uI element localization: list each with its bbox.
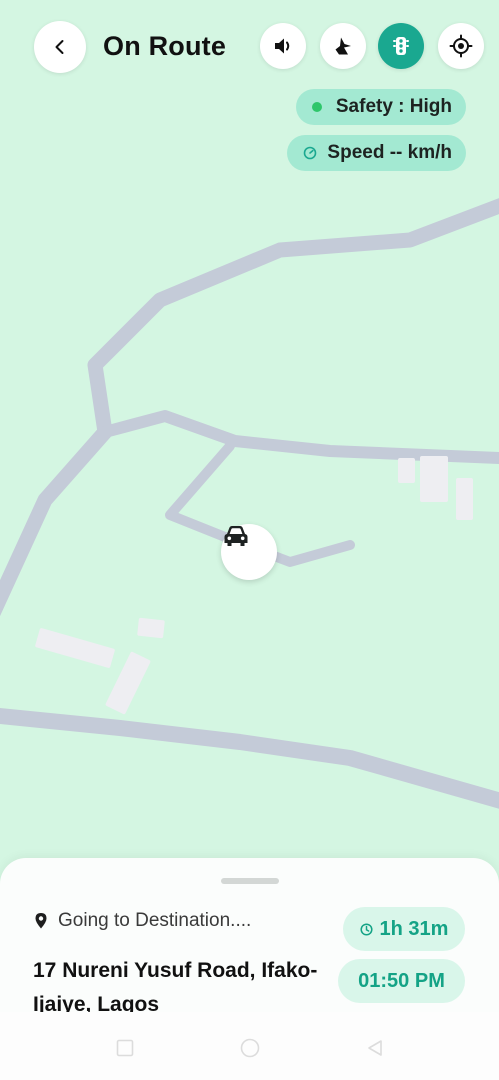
top-bar: On Route (0, 0, 499, 95)
arrival-time-text: 01:50 PM (358, 969, 445, 992)
traffic-light-icon (393, 37, 409, 55)
speed-label: Speed -- km/h (327, 142, 452, 163)
moon-icon (335, 37, 351, 55)
speed-status-badge: Speed -- km/h (287, 135, 466, 171)
location-pin-icon (34, 912, 48, 930)
traffic-button[interactable] (378, 23, 424, 69)
building (35, 628, 115, 668)
clock-icon (359, 922, 373, 936)
car-icon (224, 526, 248, 546)
chevron-left-icon (55, 40, 64, 54)
recent-apps-icon (116, 1039, 134, 1057)
volume-icon (275, 38, 290, 54)
back-triangle-icon (368, 1040, 382, 1056)
building (398, 458, 415, 483)
road (99, 410, 499, 464)
crosshair-icon (449, 34, 473, 58)
system-navigation-bar (0, 1012, 499, 1080)
recent-apps-button[interactable] (113, 1036, 137, 1060)
page-title: On Route (103, 31, 227, 61)
building (456, 478, 473, 520)
sound-button[interactable] (260, 23, 306, 69)
car-marker[interactable] (221, 524, 277, 580)
safety-status-badge: Safety : High (295, 89, 466, 125)
safety-label: Safety : High (335, 96, 452, 117)
sheet-drag-handle[interactable] (221, 878, 279, 884)
building (137, 617, 165, 639)
home-button[interactable] (238, 1036, 262, 1060)
home-icon (240, 1038, 260, 1058)
locate-button[interactable] (438, 23, 484, 69)
road (0, 707, 499, 809)
back-button[interactable] (34, 21, 86, 73)
system-back-button[interactable] (363, 1036, 387, 1060)
duration-badge: 1h 31m (343, 907, 465, 951)
screen: On Route Safety: High Speed -- km/h Goi… (0, 0, 499, 1080)
building (420, 456, 448, 502)
safety-dot-icon (311, 102, 322, 112)
buildings (35, 456, 473, 715)
speedometer-icon (303, 146, 317, 160)
trip-status-text: Going to Destination.... (58, 910, 252, 931)
night-mode-button[interactable] (320, 23, 366, 69)
duration-text: 1h 31m (379, 917, 449, 940)
arrival-time-badge: 01:50 PM (338, 959, 465, 1003)
trip-status-row: Going to Destination.... (34, 910, 251, 932)
